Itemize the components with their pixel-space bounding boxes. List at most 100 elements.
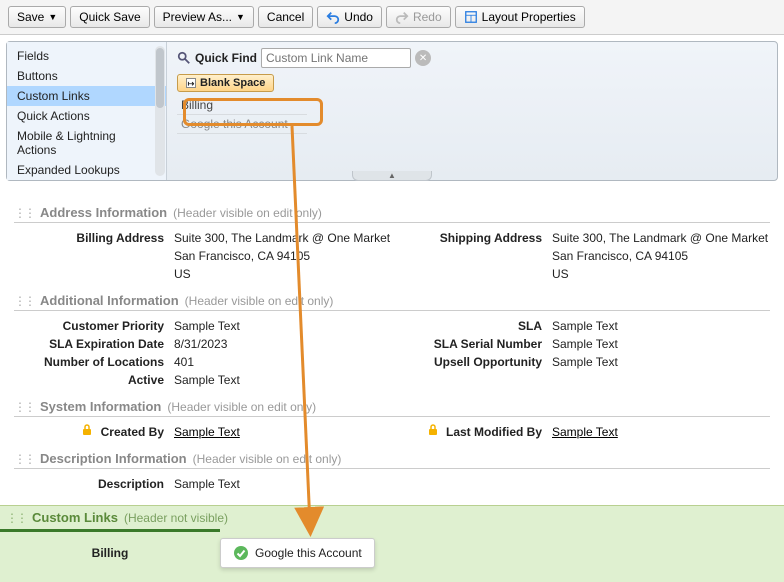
layout-props-label: Layout Properties — [482, 10, 576, 24]
field-value[interactable]: Sample Text — [174, 475, 770, 493]
field-label: SLA Serial Number — [392, 335, 552, 353]
section-note: (Header visible on edit only) — [173, 206, 322, 220]
undo-icon — [326, 10, 340, 24]
preview-as-button[interactable]: Preview As... ▼ — [154, 6, 254, 28]
section-title: Description Information — [40, 451, 187, 466]
field-label: SLA — [392, 317, 552, 335]
field-value[interactable]: 401 — [174, 353, 392, 371]
quick-find-row: Quick Find ✕ — [177, 48, 767, 68]
field-value[interactable]: Sample Text — [174, 317, 392, 335]
grip-icon: ⋮⋮ — [6, 511, 26, 525]
save-button[interactable]: Save ▼ — [8, 6, 66, 28]
section-title: Address Information — [40, 205, 167, 220]
section-title: System Information — [40, 399, 161, 414]
palette-items: Quick Find ✕ ↦ Blank Space Billing Googl… — [167, 42, 777, 180]
category-fields[interactable]: Fields — [7, 46, 166, 66]
section-header[interactable]: ⋮⋮ Additional Information (Header visibl… — [14, 293, 770, 311]
section-note: (Header visible on edit only) — [185, 294, 334, 308]
field-value[interactable]: Sample Text — [552, 317, 770, 335]
field-value[interactable]: Sample Text — [552, 353, 770, 371]
lock-icon — [427, 424, 439, 436]
category-custom-links[interactable]: Custom Links — [7, 86, 166, 106]
field-label: Upsell Opportunity — [392, 353, 552, 371]
section-header[interactable]: ⋮⋮ Description Information (Header visib… — [14, 451, 770, 469]
section-additional: ⋮⋮ Additional Information (Header visibl… — [14, 293, 770, 389]
caret-down-icon: ▼ — [48, 12, 57, 22]
quick-save-button[interactable]: Quick Save — [70, 6, 149, 28]
field-value[interactable]: Sample Text — [174, 371, 392, 389]
undo-button[interactable]: Undo — [317, 6, 382, 28]
modified-by-link[interactable]: Sample Text — [552, 425, 618, 439]
drop-target-google-account[interactable]: Google this Account — [220, 538, 375, 568]
layout-icon — [464, 10, 478, 24]
quick-find-label: Quick Find — [195, 51, 257, 65]
quick-find-input[interactable] — [261, 48, 411, 68]
category-expanded-lookups[interactable]: Expanded Lookups — [7, 160, 166, 180]
field-label: Created By — [14, 423, 174, 441]
section-header[interactable]: ⋮⋮ System Information (Header visible on… — [14, 399, 770, 417]
save-label: Save — [17, 10, 44, 24]
created-by-link[interactable]: Sample Text — [174, 425, 240, 439]
preview-as-label: Preview As... — [163, 10, 232, 24]
section-note: (Header not visible) — [124, 511, 228, 525]
section-title: Additional Information — [40, 293, 179, 308]
category-mobile-lightning[interactable]: Mobile & Lightning Actions — [7, 126, 166, 160]
field-value[interactable]: Sample Text — [174, 423, 392, 441]
field-value[interactable]: Suite 300, The Landmark @ One Market San… — [552, 229, 770, 283]
undo-label: Undo — [344, 10, 373, 24]
palette-panel: Fields Buttons Custom Links Quick Action… — [6, 41, 778, 181]
grip-icon: ⋮⋮ — [14, 294, 34, 308]
blank-space-label: Blank Space — [200, 77, 265, 89]
caret-down-icon: ▼ — [236, 12, 245, 22]
field-label: Active — [14, 371, 174, 389]
layout-canvas: ⋮⋮ Address Information (Header visible o… — [0, 187, 784, 493]
redo-label: Redo — [413, 10, 442, 24]
search-icon — [177, 51, 191, 65]
section-address: ⋮⋮ Address Information (Header visible o… — [14, 205, 770, 283]
category-quick-actions[interactable]: Quick Actions — [7, 106, 166, 126]
grip-icon: ⋮⋮ — [14, 452, 34, 466]
palette-item-google-account[interactable]: Google this Account — [177, 115, 307, 134]
layout-properties-button[interactable]: Layout Properties — [455, 6, 585, 28]
drop-target-label: Google this Account — [255, 546, 362, 560]
grip-icon: ⋮⋮ — [14, 206, 34, 220]
section-note: (Header visible on edit only) — [167, 400, 316, 414]
section-note: (Header visible on edit only) — [193, 452, 342, 466]
clear-icon[interactable]: ✕ — [415, 50, 431, 66]
created-by-label: Created By — [101, 425, 164, 439]
section-header[interactable]: ⋮⋮ Custom Links (Header not visible) — [0, 506, 784, 529]
field-value[interactable]: Sample Text — [552, 335, 770, 353]
insert-icon: ↦ — [186, 78, 196, 88]
palette-categories: Fields Buttons Custom Links Quick Action… — [7, 42, 167, 180]
field-label: SLA Expiration Date — [14, 335, 174, 353]
field-value[interactable]: Suite 300, The Landmark @ One Market San… — [174, 229, 392, 283]
custom-link-billing[interactable]: Billing — [0, 546, 220, 560]
check-icon — [233, 545, 249, 561]
field-label: Description — [14, 475, 174, 493]
blank-space-pill[interactable]: ↦ Blank Space — [177, 74, 274, 92]
field-label: Billing Address — [14, 229, 174, 283]
grip-icon: ⋮⋮ — [14, 400, 34, 414]
modified-by-label: Last Modified By — [446, 425, 542, 439]
category-buttons[interactable]: Buttons — [7, 66, 166, 86]
palette-item-billing[interactable]: Billing — [177, 96, 307, 115]
section-system: ⋮⋮ System Information (Header visible on… — [14, 399, 770, 441]
section-custom-links: ⋮⋮ Custom Links (Header not visible) Bil… — [0, 505, 784, 582]
field-label: Number of Locations — [14, 353, 174, 371]
scrollbar-thumb[interactable] — [156, 48, 164, 108]
cancel-button[interactable]: Cancel — [258, 6, 313, 28]
toolbar: Save ▼ Quick Save Preview As... ▼ Cancel U… — [0, 0, 784, 35]
field-value[interactable]: 8/31/2023 — [174, 335, 392, 353]
field-value[interactable]: Sample Text — [552, 423, 770, 441]
section-title: Custom Links — [32, 510, 118, 525]
redo-button[interactable]: Redo — [386, 6, 451, 28]
field-label: Last Modified By — [392, 423, 552, 441]
palette-scrollbar[interactable] — [155, 46, 165, 176]
redo-icon — [395, 10, 409, 24]
lock-icon — [81, 424, 93, 436]
section-description: ⋮⋮ Description Information (Header visib… — [14, 451, 770, 493]
palette-collapse-handle[interactable]: ▲ — [352, 171, 432, 181]
section-header[interactable]: ⋮⋮ Address Information (Header visible o… — [14, 205, 770, 223]
field-label: Shipping Address — [392, 229, 552, 283]
field-label: Customer Priority — [14, 317, 174, 335]
